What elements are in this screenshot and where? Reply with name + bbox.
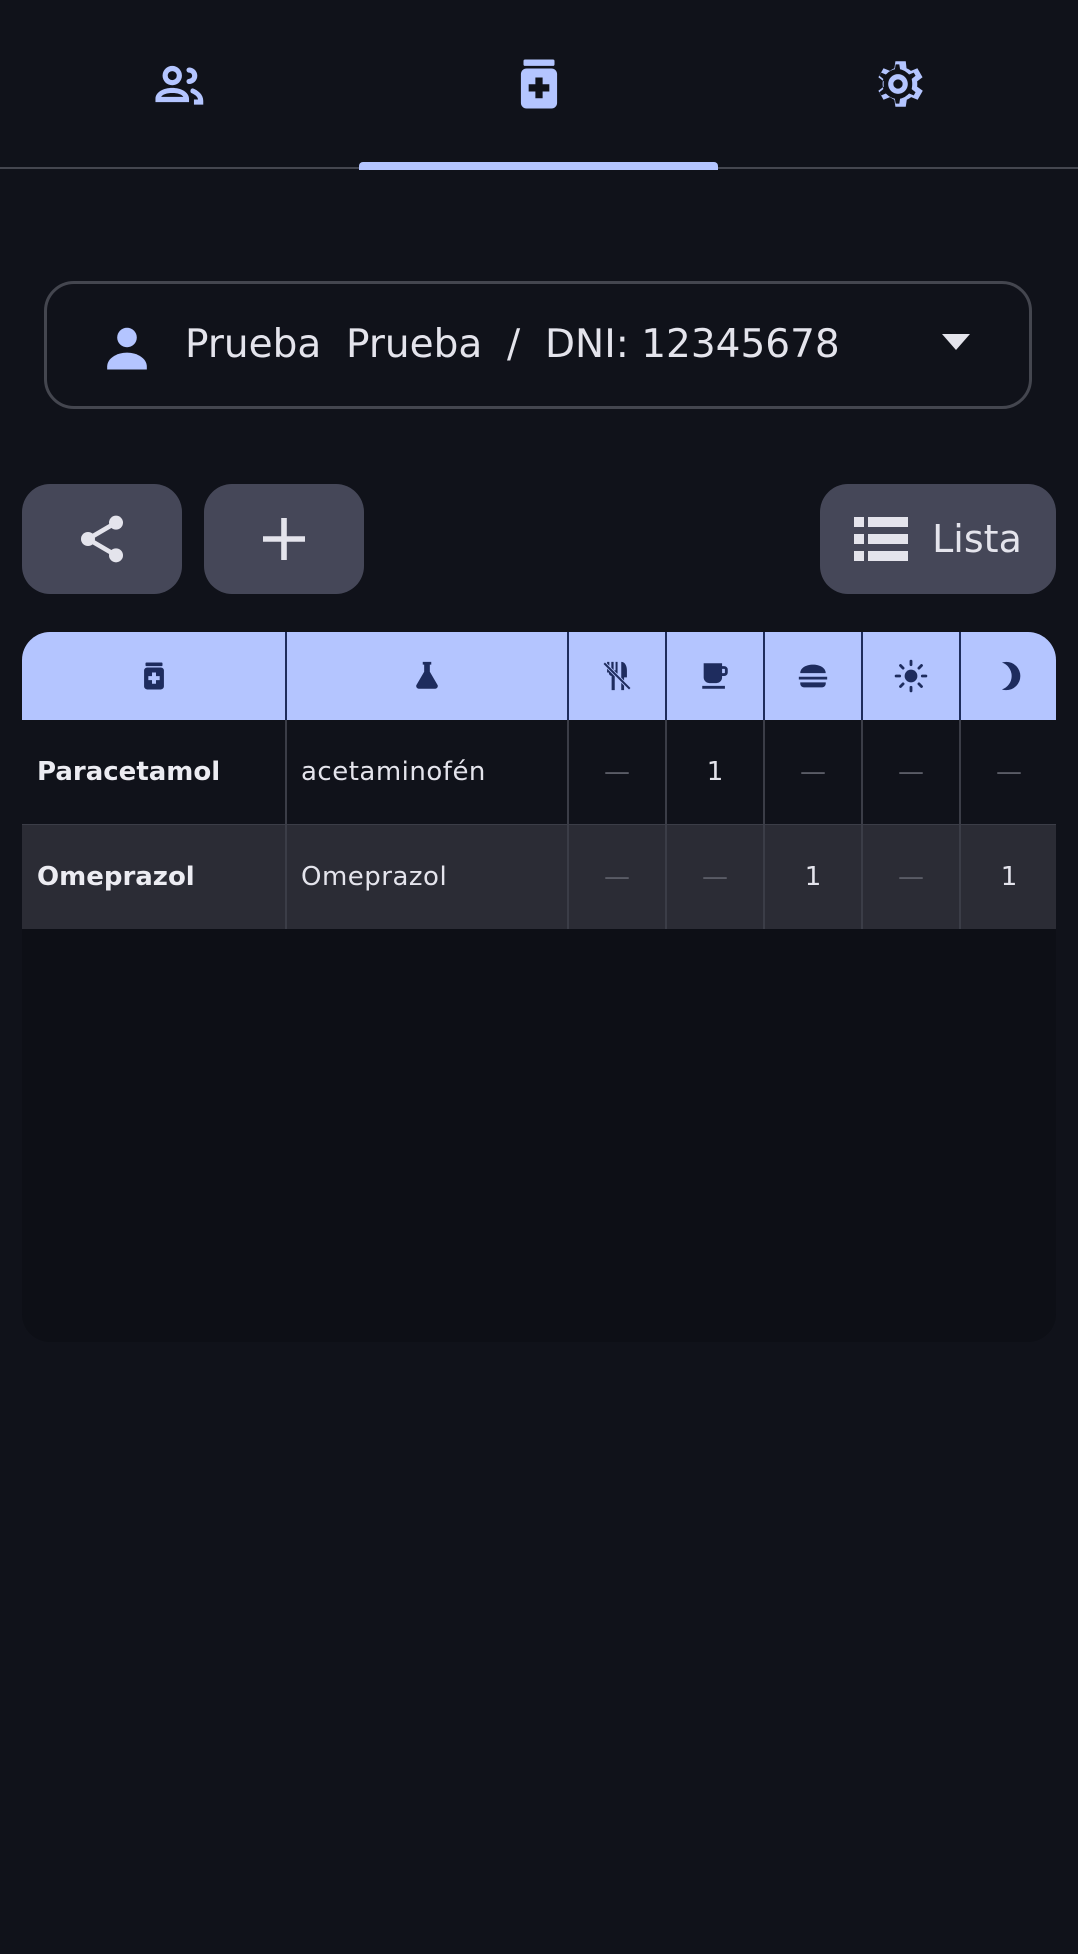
- medication-table: Paracetamol acetaminofén — 1 — — — Omepr…: [22, 632, 1056, 1342]
- table-row[interactable]: Paracetamol acetaminofén — 1 — — —: [22, 720, 1056, 824]
- moon-icon: [1001, 661, 1020, 691]
- dose-fasting: —: [604, 862, 630, 892]
- header-lunch[interactable]: [765, 632, 861, 720]
- medication-name: Omeprazol: [37, 862, 195, 892]
- active-ingredient: acetaminofén: [301, 757, 486, 787]
- tab-indicator: [359, 162, 718, 170]
- plus-icon: [263, 518, 305, 560]
- people-icon: [154, 65, 203, 105]
- dose-fasting: —: [604, 757, 630, 787]
- dose-night: —: [996, 757, 1022, 787]
- patient-label: Prueba Prueba / DNI: 12345678: [185, 322, 840, 367]
- list-view-label: Lista: [932, 517, 1022, 561]
- header-afternoon[interactable]: [863, 632, 959, 720]
- sun-icon: [894, 659, 928, 693]
- dose-afternoon: —: [898, 862, 924, 892]
- medication-icon: [143, 662, 164, 690]
- header-active-ingredient[interactable]: [287, 632, 567, 720]
- active-ingredient: Omeprazol: [301, 862, 448, 892]
- list-icon: [854, 517, 909, 561]
- tab-bar: [0, 0, 1078, 170]
- gear-icon: [877, 61, 923, 107]
- tab-patients[interactable]: [0, 0, 359, 168]
- header-fasting[interactable]: [569, 632, 665, 720]
- burger-icon: [798, 664, 828, 688]
- table-header: [22, 632, 1056, 720]
- tab-medications[interactable]: [359, 0, 718, 168]
- person-icon: [107, 327, 147, 370]
- dropdown-arrow-icon: [942, 334, 970, 350]
- coffee-icon: [702, 663, 728, 689]
- dose-afternoon: —: [898, 757, 924, 787]
- fasting-icon: [602, 661, 632, 691]
- patient-selector[interactable]: Prueba Prueba / DNI: 12345678: [44, 281, 1032, 409]
- dose-breakfast: —: [702, 862, 728, 892]
- share-icon: [81, 515, 123, 563]
- table-row[interactable]: Omeprazol Omeprazol — — 1 — 1: [22, 825, 1056, 929]
- add-button[interactable]: [204, 484, 364, 594]
- list-view-button[interactable]: Lista: [820, 484, 1056, 594]
- header-medication[interactable]: [22, 632, 285, 720]
- header-night[interactable]: [961, 632, 1056, 720]
- tab-settings[interactable]: [718, 0, 1077, 168]
- dose-night: 1: [1000, 862, 1018, 892]
- medication-name: Paracetamol: [37, 757, 221, 787]
- flask-icon: [416, 661, 438, 689]
- dose-lunch: —: [800, 757, 826, 787]
- share-button[interactable]: [22, 484, 182, 594]
- dose-lunch: 1: [804, 862, 822, 892]
- header-breakfast[interactable]: [667, 632, 763, 720]
- medication-icon: [520, 59, 557, 109]
- dose-breakfast: 1: [706, 757, 724, 787]
